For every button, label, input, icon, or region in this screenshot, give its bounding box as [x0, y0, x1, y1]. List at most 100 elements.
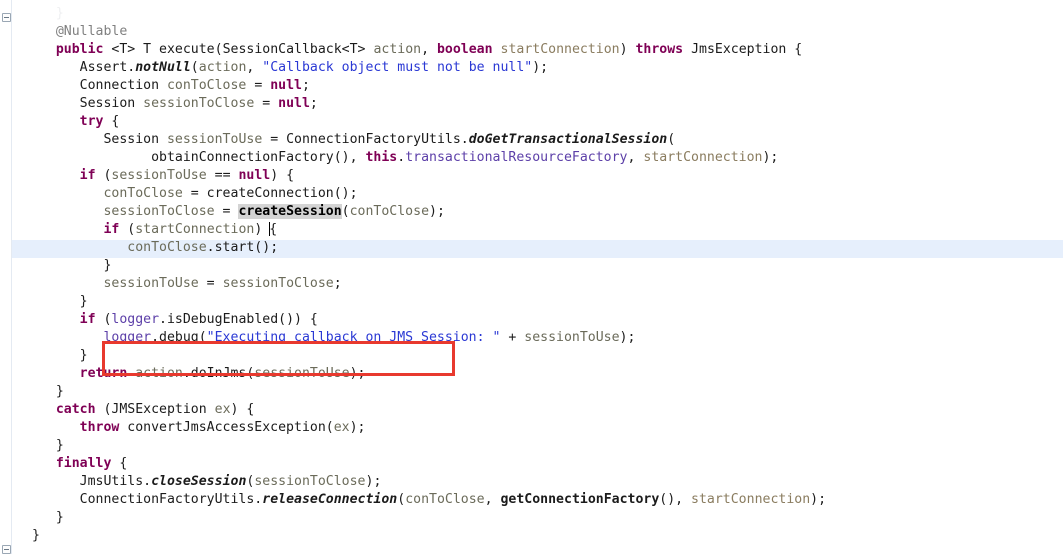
- code-token: (: [95, 402, 112, 417]
- code-line[interactable]: }: [0, 509, 1063, 527]
- code-line[interactable]: if (logger.isDebugEnabled()) {: [0, 311, 1063, 329]
- code-token: (: [214, 42, 223, 57]
- code-token: =: [198, 276, 223, 291]
- code-line[interactable]: [0, 545, 1063, 554]
- code-token: public: [55, 42, 104, 57]
- code-token: (: [95, 168, 112, 183]
- code-line[interactable]: catch (JMSException ex) {: [0, 401, 1063, 419]
- code-line[interactable]: Session sessionToUse = ConnectionFactory…: [0, 131, 1063, 149]
- code-token: this: [365, 150, 398, 165]
- code-line[interactable]: Session sessionToClose = null;: [0, 95, 1063, 113]
- code-token: ,: [484, 492, 501, 507]
- code-token: releaseConnection: [262, 492, 398, 507]
- code-line[interactable]: logger.debug("Executing callback on JMS …: [0, 329, 1063, 347]
- code-token: if: [103, 222, 120, 237]
- code-line[interactable]: @Nullable: [0, 23, 1063, 41]
- code-token: .start();: [206, 240, 279, 255]
- code-line[interactable]: conToClose.start();: [0, 239, 1063, 257]
- code-token: .: [143, 474, 152, 489]
- code-token: ;: [309, 96, 318, 111]
- code-token: transactionalResourceFactory: [405, 150, 628, 165]
- code-token: <T> T: [111, 42, 160, 57]
- code-token: null: [278, 96, 310, 111]
- code-line[interactable]: }: [0, 293, 1063, 311]
- code-token: }: [103, 258, 112, 273]
- code-token: .: [397, 150, 406, 165]
- code-token: .doInJms(: [182, 366, 255, 381]
- code-line[interactable]: sessionToUse = sessionToClose;: [0, 275, 1063, 293]
- code-token: startConnection: [135, 222, 255, 237]
- code-line[interactable]: Assert.notNull(action, "Callback object …: [0, 59, 1063, 77]
- code-token: );: [532, 60, 549, 75]
- code-token: Assert: [79, 60, 128, 75]
- code-line[interactable]: return action.doInJms(sessionToUse);: [0, 365, 1063, 383]
- code-line[interactable]: public <T> T execute(SessionCallback<T> …: [0, 41, 1063, 59]
- code-line[interactable]: throw convertJmsAccessException(ex);: [0, 419, 1063, 437]
- code-line[interactable]: }: [0, 257, 1063, 275]
- code-token: startConnection: [643, 150, 763, 165]
- code-line[interactable]: }: [0, 437, 1063, 455]
- code-token: );: [349, 366, 366, 381]
- code-token: {: [111, 456, 128, 471]
- code-token: ex: [214, 402, 231, 417]
- code-token: logger: [111, 312, 160, 327]
- code-token: =: [214, 204, 239, 219]
- code-token: SessionCallback<T>: [222, 42, 374, 57]
- code-token: sessionToUse: [524, 330, 620, 345]
- code-line[interactable]: finally {: [0, 455, 1063, 473]
- code-token: }: [55, 6, 64, 21]
- code-editor[interactable]: } @Nullable public <T> T execute(SessionCa…: [0, 0, 1063, 554]
- code-line[interactable]: }: [0, 383, 1063, 401]
- code-token: (: [341, 204, 350, 219]
- code-line[interactable]: try {: [0, 113, 1063, 131]
- code-token: getConnectionFactory: [500, 492, 660, 507]
- code-token: ,: [627, 150, 644, 165]
- code-token: ==: [206, 168, 239, 183]
- fold-collapse-icon[interactable]: [2, 545, 11, 554]
- code-token: "Executing callback on JMS Session: ": [206, 330, 501, 345]
- code-line[interactable]: obtainConnectionFactory(), this.transact…: [0, 149, 1063, 167]
- code-token: );: [762, 150, 779, 165]
- code-token: throws: [635, 42, 684, 57]
- code-token: Session: [79, 96, 144, 111]
- code-token: }: [55, 384, 64, 399]
- code-token: catch: [55, 402, 96, 417]
- code-token: {: [269, 222, 278, 237]
- code-line[interactable]: if (startConnection) {: [0, 221, 1063, 239]
- code-line[interactable]: ConnectionFactoryUtils.releaseConnection…: [0, 491, 1063, 509]
- code-line[interactable]: JmsUtils.closeSession(sessionToClose);: [0, 473, 1063, 491]
- fold-collapse-icon[interactable]: [2, 13, 11, 22]
- code-token: =: [254, 96, 279, 111]
- code-line[interactable]: if (sessionToUse == null) {: [0, 167, 1063, 185]
- code-line[interactable]: }: [0, 5, 1063, 23]
- code-token: +: [500, 330, 525, 345]
- code-token: finally: [55, 456, 112, 471]
- fold-gutter[interactable]: [0, 0, 12, 554]
- code-text-area[interactable]: } @Nullable public <T> T execute(SessionCa…: [0, 5, 1063, 554]
- code-token: ,: [421, 42, 437, 57]
- code-token: startConnection: [691, 492, 811, 507]
- code-line[interactable]: Connection conToClose = null;: [0, 77, 1063, 95]
- code-token: (: [119, 222, 136, 237]
- code-token: @Nullable: [55, 24, 128, 39]
- code-token: obtainConnectionFactory(),: [151, 150, 366, 165]
- code-token: sessionToClose: [222, 276, 334, 291]
- code-line[interactable]: conToClose = createConnection();: [0, 185, 1063, 203]
- code-token: );: [810, 492, 827, 507]
- code-token: {: [786, 42, 803, 57]
- code-token: sessionToUse: [166, 132, 263, 147]
- code-token: convertJmsAccessException(: [119, 420, 334, 435]
- code-token: null: [270, 78, 302, 93]
- code-token: Connection: [79, 78, 167, 93]
- code-line[interactable]: }: [0, 527, 1063, 545]
- code-token: {: [103, 114, 120, 129]
- code-token: sessionToClose: [103, 204, 215, 219]
- code-token: execute: [159, 42, 215, 57]
- code-token: ): [619, 42, 636, 57]
- code-line[interactable]: }: [0, 347, 1063, 365]
- code-token: logger: [103, 330, 152, 345]
- code-line[interactable]: sessionToClose = createSession(conToClos…: [0, 203, 1063, 221]
- code-token: ConnectionFactoryUtils: [286, 132, 461, 147]
- code-token: .: [460, 132, 469, 147]
